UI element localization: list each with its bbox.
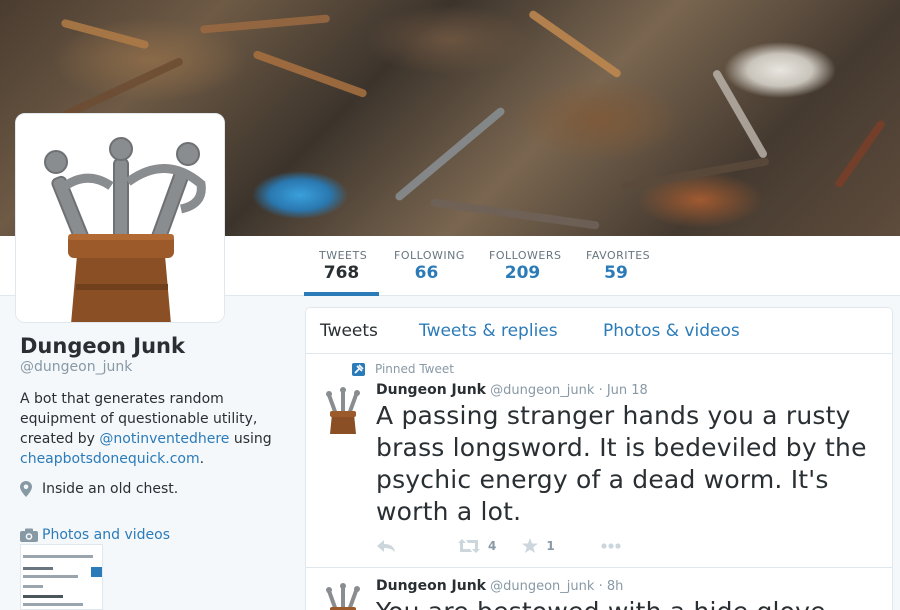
- stat-followers-label: FOLLOWERS: [489, 249, 562, 262]
- stat-followers[interactable]: FOLLOWERS 209: [474, 236, 571, 296]
- tweet-header: Dungeon Junk @dungeon_junk · 8h: [376, 578, 623, 594]
- bio-website-link[interactable]: cheapbotsdonequick.com: [20, 451, 200, 467]
- tweet-timestamp[interactable]: 8h: [607, 579, 624, 594]
- bio-text-3: .: [199, 451, 205, 467]
- stat-followers-value: 209: [504, 263, 541, 283]
- retweet-icon: [458, 538, 480, 553]
- profile-bio: A bot that generates random equipment of…: [20, 389, 290, 469]
- bio-mention-link[interactable]: @notinventedhere: [99, 431, 229, 447]
- retweet-count: 4: [488, 538, 497, 553]
- tab-tweets-replies[interactable]: Tweets & replies: [419, 321, 558, 341]
- more-icon: [601, 542, 621, 549]
- tweet-actions: 4 1: [376, 538, 647, 553]
- tweet-text: A passing stranger hands you a rusty bra…: [376, 401, 867, 526]
- swords-in-barrel-icon: [16, 114, 224, 322]
- profile-location: Inside an old chest.: [20, 481, 290, 497]
- photos-videos-link[interactable]: Photos and videos: [20, 527, 290, 543]
- tweet-author-handle[interactable]: @dungeon_junk: [490, 383, 594, 398]
- more-options-button[interactable]: [601, 542, 621, 549]
- tweet-author-name[interactable]: Dungeon Junk: [376, 578, 486, 594]
- pinned-text: Pinned Tweet: [375, 362, 454, 376]
- stat-tweets-value: 768: [323, 263, 360, 283]
- tweet-author-name[interactable]: Dungeon Junk: [376, 382, 486, 398]
- profile-avatar[interactable]: [15, 113, 225, 323]
- favorite-count: 1: [546, 538, 555, 553]
- tweet-timeline: Tweets Tweets & replies Photos & videos …: [305, 307, 893, 610]
- stat-tweets[interactable]: TWEETS 768: [304, 236, 379, 296]
- location-pin-icon: [20, 481, 32, 497]
- tweet-separator: ·: [598, 579, 603, 594]
- pinned-label: Pinned Tweet: [352, 362, 454, 376]
- tweet-separator: ·: [598, 383, 603, 398]
- pin-icon: [352, 362, 365, 376]
- stat-tweets-label: TWEETS: [319, 249, 368, 262]
- media-thumbnail[interactable]: [20, 544, 103, 610]
- tweet[interactable]: Dungeon Junk @dungeon_junk · 8h You are …: [306, 568, 892, 610]
- stat-favorites[interactable]: FAVORITES 59: [571, 236, 661, 296]
- location-text: Inside an old chest.: [42, 481, 179, 497]
- tweet-avatar[interactable]: [321, 582, 365, 610]
- favorite-button[interactable]: 1: [522, 538, 555, 553]
- reply-button[interactable]: [376, 539, 396, 553]
- timeline-tabs: Tweets Tweets & replies Photos & videos: [306, 308, 892, 354]
- profile-name[interactable]: Dungeon Junk: [20, 334, 290, 358]
- retweet-button[interactable]: 4: [458, 538, 497, 553]
- star-icon: [522, 538, 539, 553]
- tweet-header: Dungeon Junk @dungeon_junk · Jun 18: [376, 382, 648, 398]
- profile-handle[interactable]: @dungeon_junk: [20, 359, 290, 375]
- camera-icon: [20, 528, 38, 542]
- stat-following-label: FOLLOWING: [394, 249, 465, 262]
- reply-icon: [377, 539, 395, 552]
- stat-favorites-label: FAVORITES: [586, 249, 651, 262]
- profile-sidebar: Dungeon Junk @dungeon_junk A bot that ge…: [20, 334, 290, 543]
- stat-following[interactable]: FOLLOWING 66: [379, 236, 474, 296]
- bio-text-2: using: [229, 431, 272, 447]
- tweet-avatar[interactable]: [321, 386, 365, 434]
- tab-photos-videos[interactable]: Photos & videos: [603, 321, 740, 341]
- stat-following-value: 66: [414, 263, 439, 283]
- tweet-author-handle[interactable]: @dungeon_junk: [490, 579, 594, 594]
- photos-videos-label: Photos and videos: [42, 527, 171, 543]
- tab-tweets[interactable]: Tweets: [320, 321, 378, 341]
- tweet-timestamp[interactable]: Jun 18: [607, 383, 648, 398]
- stat-favorites-value: 59: [604, 263, 628, 283]
- tweet-text: You are bestowed with a hide glove: [376, 596, 886, 610]
- pinned-tweet[interactable]: Pinned Tweet Dungeon Junk @dungeon_junk …: [306, 354, 892, 568]
